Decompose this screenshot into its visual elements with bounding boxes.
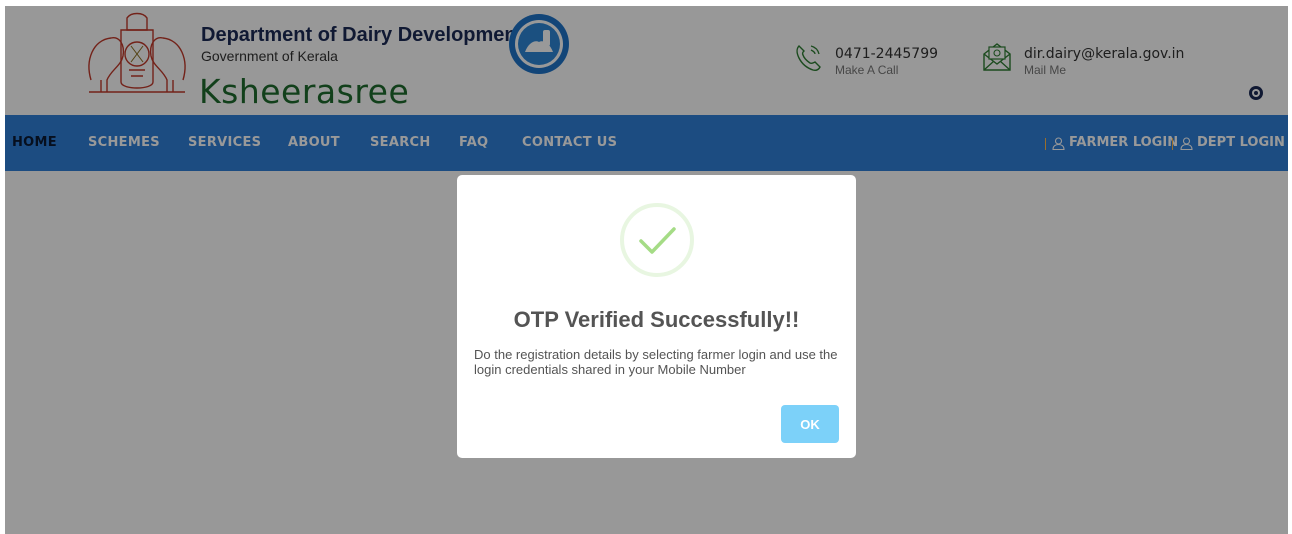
ok-button[interactable]: OK	[781, 405, 839, 443]
dialog-message: Do the registration details by selecting…	[474, 347, 838, 377]
dialog-title: OTP Verified Successfully!!	[513, 307, 800, 332]
checkmark-icon	[620, 203, 694, 277]
success-dialog: OTP Verified Successfully!! Do the regis…	[457, 175, 856, 458]
page: Department of Dairy Development Governme…	[5, 6, 1288, 534]
